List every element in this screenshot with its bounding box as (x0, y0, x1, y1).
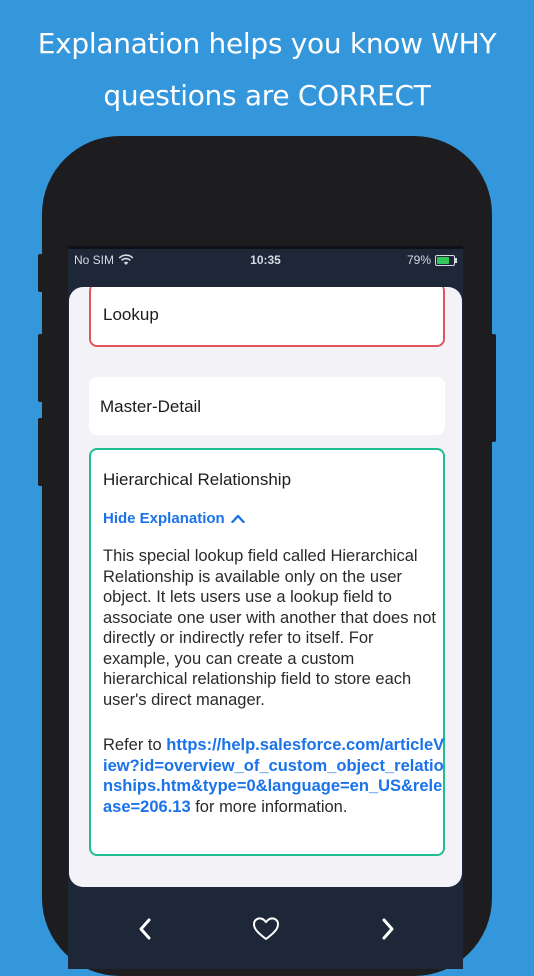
battery-percent: 79% (406, 253, 431, 267)
phone-mute-switch (38, 254, 43, 292)
heart-icon (253, 917, 279, 940)
hide-explanation-button[interactable]: Hide Explanation (103, 510, 245, 527)
explanation-reference: Refer to https://help.salesforce.com/art… (103, 735, 447, 817)
phone-screen: No SIM 10:35 79% Lookup Master-Detail Hi… (68, 246, 463, 969)
chevron-right-icon (382, 918, 394, 940)
refer-suffix: for more information. (190, 797, 348, 816)
previous-button[interactable] (125, 909, 165, 949)
status-bar: No SIM 10:35 79% (68, 249, 463, 271)
phone-volume-up (38, 334, 43, 402)
phone-power-button (491, 334, 496, 442)
answer-option-master-detail[interactable]: Master-Detail (89, 377, 445, 435)
answer-option-hierarchical[interactable]: Hierarchical Relationship Hide Explanati… (89, 448, 445, 856)
answer-option-label: Lookup (103, 305, 159, 324)
refer-prefix: Refer to (103, 736, 167, 754)
phone-volume-down (38, 418, 43, 486)
headline-line-1: Explanation helps you know WHY (37, 27, 497, 60)
explanation-text: This special lookup field called Hierarc… (103, 547, 436, 709)
status-right: 79% (406, 253, 457, 267)
question-card: Lookup Master-Detail Hierarchical Relati… (69, 287, 462, 887)
favorite-button[interactable] (246, 909, 286, 949)
promo-headline: Explanation helps you know WHY questions… (0, 18, 534, 122)
answer-option-lookup[interactable]: Lookup (89, 287, 445, 347)
chevron-left-icon (139, 918, 151, 940)
bottom-nav (68, 897, 463, 969)
chevron-up-icon (230, 514, 245, 523)
hide-explanation-label: Hide Explanation (103, 510, 225, 527)
headline-line-2: questions are CORRECT (103, 79, 431, 112)
battery-icon (435, 254, 457, 266)
next-button[interactable] (368, 909, 408, 949)
answer-option-label: Master-Detail (100, 397, 202, 416)
status-time: 10:35 (250, 253, 281, 267)
answer-option-label: Hierarchical Relationship (103, 470, 292, 489)
